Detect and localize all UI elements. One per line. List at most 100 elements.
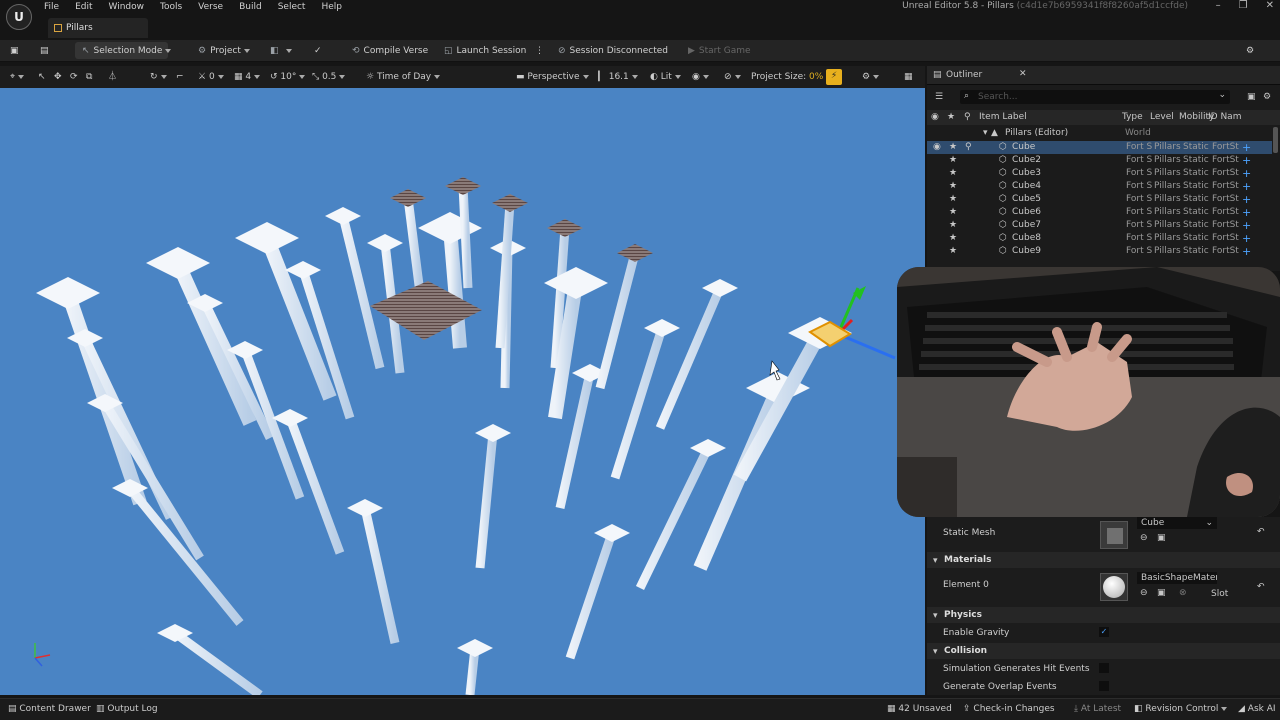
lit-dropdown[interactable]: ◐ Lit: [650, 70, 681, 84]
fov-dropdown[interactable]: ▕▏ 16.1: [592, 70, 638, 84]
session-status[interactable]: ⊘ Session Disconnected: [558, 43, 668, 59]
outliner-row[interactable]: ◉ ★ ⚲ ⬡ Cube Fort S Pillars Static FortSt +: [927, 140, 1272, 154]
pillar[interactable]: [172, 629, 263, 695]
pillar[interactable]: [200, 301, 275, 440]
col-type[interactable]: Type: [1122, 112, 1143, 122]
pillar[interactable]: [171, 260, 257, 426]
outliner-row[interactable]: ★ ⬡ Cube4 Fort S Pillars Static FortSt +: [927, 180, 1272, 193]
pillar-cap[interactable]: [445, 177, 481, 195]
pillar-cap[interactable]: [390, 189, 426, 207]
add-icon[interactable]: +: [1242, 154, 1251, 167]
rotate-tool-icon[interactable]: ⟳: [70, 70, 78, 84]
pillar-cap[interactable]: [544, 267, 608, 299]
menu-window[interactable]: Window: [101, 0, 153, 15]
collapse-icon[interactable]: ▾: [933, 611, 938, 621]
content-drawer-button[interactable]: ▤ Content Drawer: [8, 703, 91, 715]
pillar[interactable]: [565, 531, 617, 660]
add-icon[interactable]: +: [1242, 232, 1251, 245]
at-latest-button[interactable]: ⤓ At Latest: [1074, 703, 1121, 715]
pillar[interactable]: [693, 385, 785, 571]
pillar[interactable]: [610, 326, 667, 480]
outliner-row[interactable]: ★ ⬡ Cube8 Fort S Pillars Static FortSt +: [927, 232, 1272, 245]
outliner-row[interactable]: ★ ⬡ Cube6 Fort S Pillars Static FortSt +: [927, 206, 1272, 219]
material-dropdown[interactable]: BasicShapeMater: [1137, 572, 1217, 584]
select-tool-icon[interactable]: ↖: [38, 70, 46, 84]
menu-tools[interactable]: Tools: [152, 0, 190, 15]
time-of-day-dropdown[interactable]: ☼ Time of Day: [366, 70, 441, 84]
pillar-cap[interactable]: [285, 261, 321, 279]
outliner-row[interactable]: ★ ⬡ Cube9 Fort S Pillars Static FortSt +: [927, 245, 1272, 258]
menu-build[interactable]: Build: [231, 0, 270, 15]
pillar-cap[interactable]: [492, 194, 528, 212]
chevron-down-icon[interactable]: ⌄: [1218, 90, 1226, 100]
pillar-cap[interactable]: [457, 639, 493, 657]
outliner-row[interactable]: ★ ⬡ Cube7 Fort S Pillars Static FortSt +: [927, 219, 1272, 232]
open-folder-icon[interactable]: ▣: [1157, 533, 1166, 543]
show-flags-icon[interactable]: ◉: [692, 70, 709, 84]
browse-asset-icon[interactable]: ⊖: [1140, 533, 1148, 543]
pillar-cap[interactable]: [690, 439, 726, 457]
pillar[interactable]: [475, 432, 498, 569]
pillar[interactable]: [360, 507, 400, 644]
pillar-cap[interactable]: [347, 499, 383, 517]
pillar[interactable]: [733, 329, 827, 482]
close-window-icon[interactable]: ✕: [1266, 0, 1274, 11]
rotation-snap[interactable]: ↺ 10°: [270, 70, 306, 84]
ask-ai-button[interactable]: ◢ Ask AI: [1238, 703, 1276, 715]
pillar-cap[interactable]: [67, 329, 103, 347]
pillar-cap[interactable]: [418, 212, 482, 244]
hit-events-checkbox[interactable]: [1099, 663, 1109, 673]
menu-file[interactable]: File: [36, 0, 67, 15]
add-icon[interactable]: +: [1242, 193, 1251, 206]
settings-icon[interactable]: ⚙: [1246, 43, 1254, 59]
minimize-icon[interactable]: –: [1216, 0, 1221, 11]
add-folder-icon[interactable]: ▣: [1247, 92, 1256, 102]
col-id-name[interactable]: ID Nam: [1208, 112, 1241, 122]
menu-help[interactable]: Help: [313, 0, 350, 15]
transform-space-icon[interactable]: ⏃: [108, 70, 117, 84]
pillar[interactable]: [458, 185, 473, 289]
revision-control-dropdown[interactable]: ◧ Revision Control: [1134, 703, 1228, 715]
outliner-tab[interactable]: ▤ Outliner ✕: [927, 66, 1280, 85]
material-thumbnail[interactable]: [1100, 573, 1128, 601]
outliner-scrollbar[interactable]: [1273, 127, 1278, 153]
pillar[interactable]: [655, 286, 725, 430]
surface-snap-icon[interactable]: ↻: [150, 70, 167, 84]
scale-snap[interactable]: ⤡ 0.5: [312, 70, 346, 84]
menu-edit[interactable]: Edit: [67, 0, 100, 15]
output-log-button[interactable]: ▥ Output Log: [96, 703, 158, 715]
pillar-cap[interactable]: [475, 424, 511, 442]
close-tab-icon[interactable]: ✕: [1019, 69, 1027, 79]
unsaved-button[interactable]: ▦ 42 Unsaved: [887, 703, 952, 715]
pillar[interactable]: [443, 227, 467, 349]
document-tab-pillars[interactable]: Pillars: [48, 18, 148, 38]
pillar-cap[interactable]: [146, 247, 210, 279]
save-icon[interactable]: ▣: [10, 43, 19, 59]
pillar-cap[interactable]: [36, 277, 100, 309]
pillar-cap[interactable]: [235, 222, 299, 254]
static-mesh-dropdown[interactable]: Cube ⌄: [1137, 517, 1217, 529]
launch-session-button[interactable]: ◱ Launch Session: [444, 43, 526, 59]
mesh-thumbnail[interactable]: [1100, 521, 1128, 549]
pillar[interactable]: [101, 400, 204, 561]
reset-icon[interactable]: ↶: [1257, 527, 1265, 537]
location-snap[interactable]: ⚔ 0: [198, 70, 224, 84]
browse-material-icon[interactable]: ⊖: [1140, 588, 1148, 598]
add-icon[interactable]: +: [1242, 219, 1251, 232]
pillar-cap[interactable]: [702, 279, 738, 297]
add-icon[interactable]: +: [1242, 180, 1251, 193]
open-material-icon[interactable]: ▣: [1157, 588, 1166, 598]
layout-icon[interactable]: ▦: [904, 70, 913, 84]
viewport-settings-icon[interactable]: ⚙: [862, 70, 880, 84]
pillar-cap[interactable]: [644, 319, 680, 337]
materials-section[interactable]: Materials: [927, 552, 1280, 568]
pillar[interactable]: [403, 197, 425, 294]
overlap-events-checkbox[interactable]: [1099, 681, 1109, 691]
grid-snap-toggle[interactable]: ⌐: [176, 70, 184, 84]
more-options-icon[interactable]: ⋮: [535, 43, 544, 59]
collapse-icon[interactable]: ▾: [983, 127, 988, 140]
pillar-cap[interactable]: [594, 524, 630, 542]
outliner-search-input[interactable]: ⌕ Search... ⌄: [960, 90, 1230, 104]
viewport-options-icon[interactable]: ⌖: [10, 70, 25, 84]
start-game-button[interactable]: ▶ Start Game: [688, 43, 751, 59]
